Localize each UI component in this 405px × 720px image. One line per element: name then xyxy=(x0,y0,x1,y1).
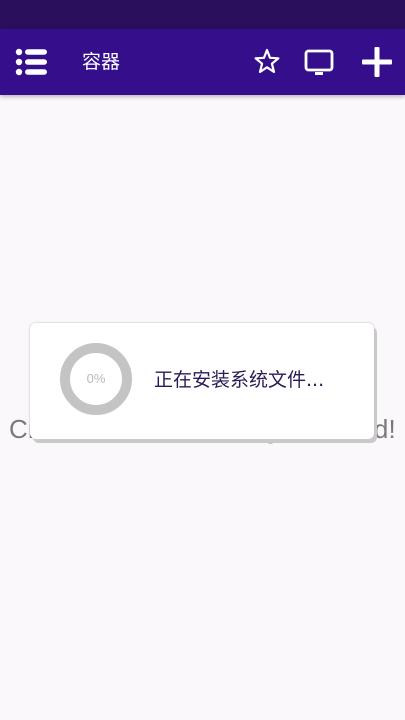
progress-dialog: 0% 正在安装系统文件... xyxy=(30,323,374,439)
progress-overlay: 0% 正在安装系统文件... xyxy=(0,0,405,720)
progress-message: 正在安装系统文件... xyxy=(154,369,325,391)
progress-percent: 0% xyxy=(86,371,106,386)
